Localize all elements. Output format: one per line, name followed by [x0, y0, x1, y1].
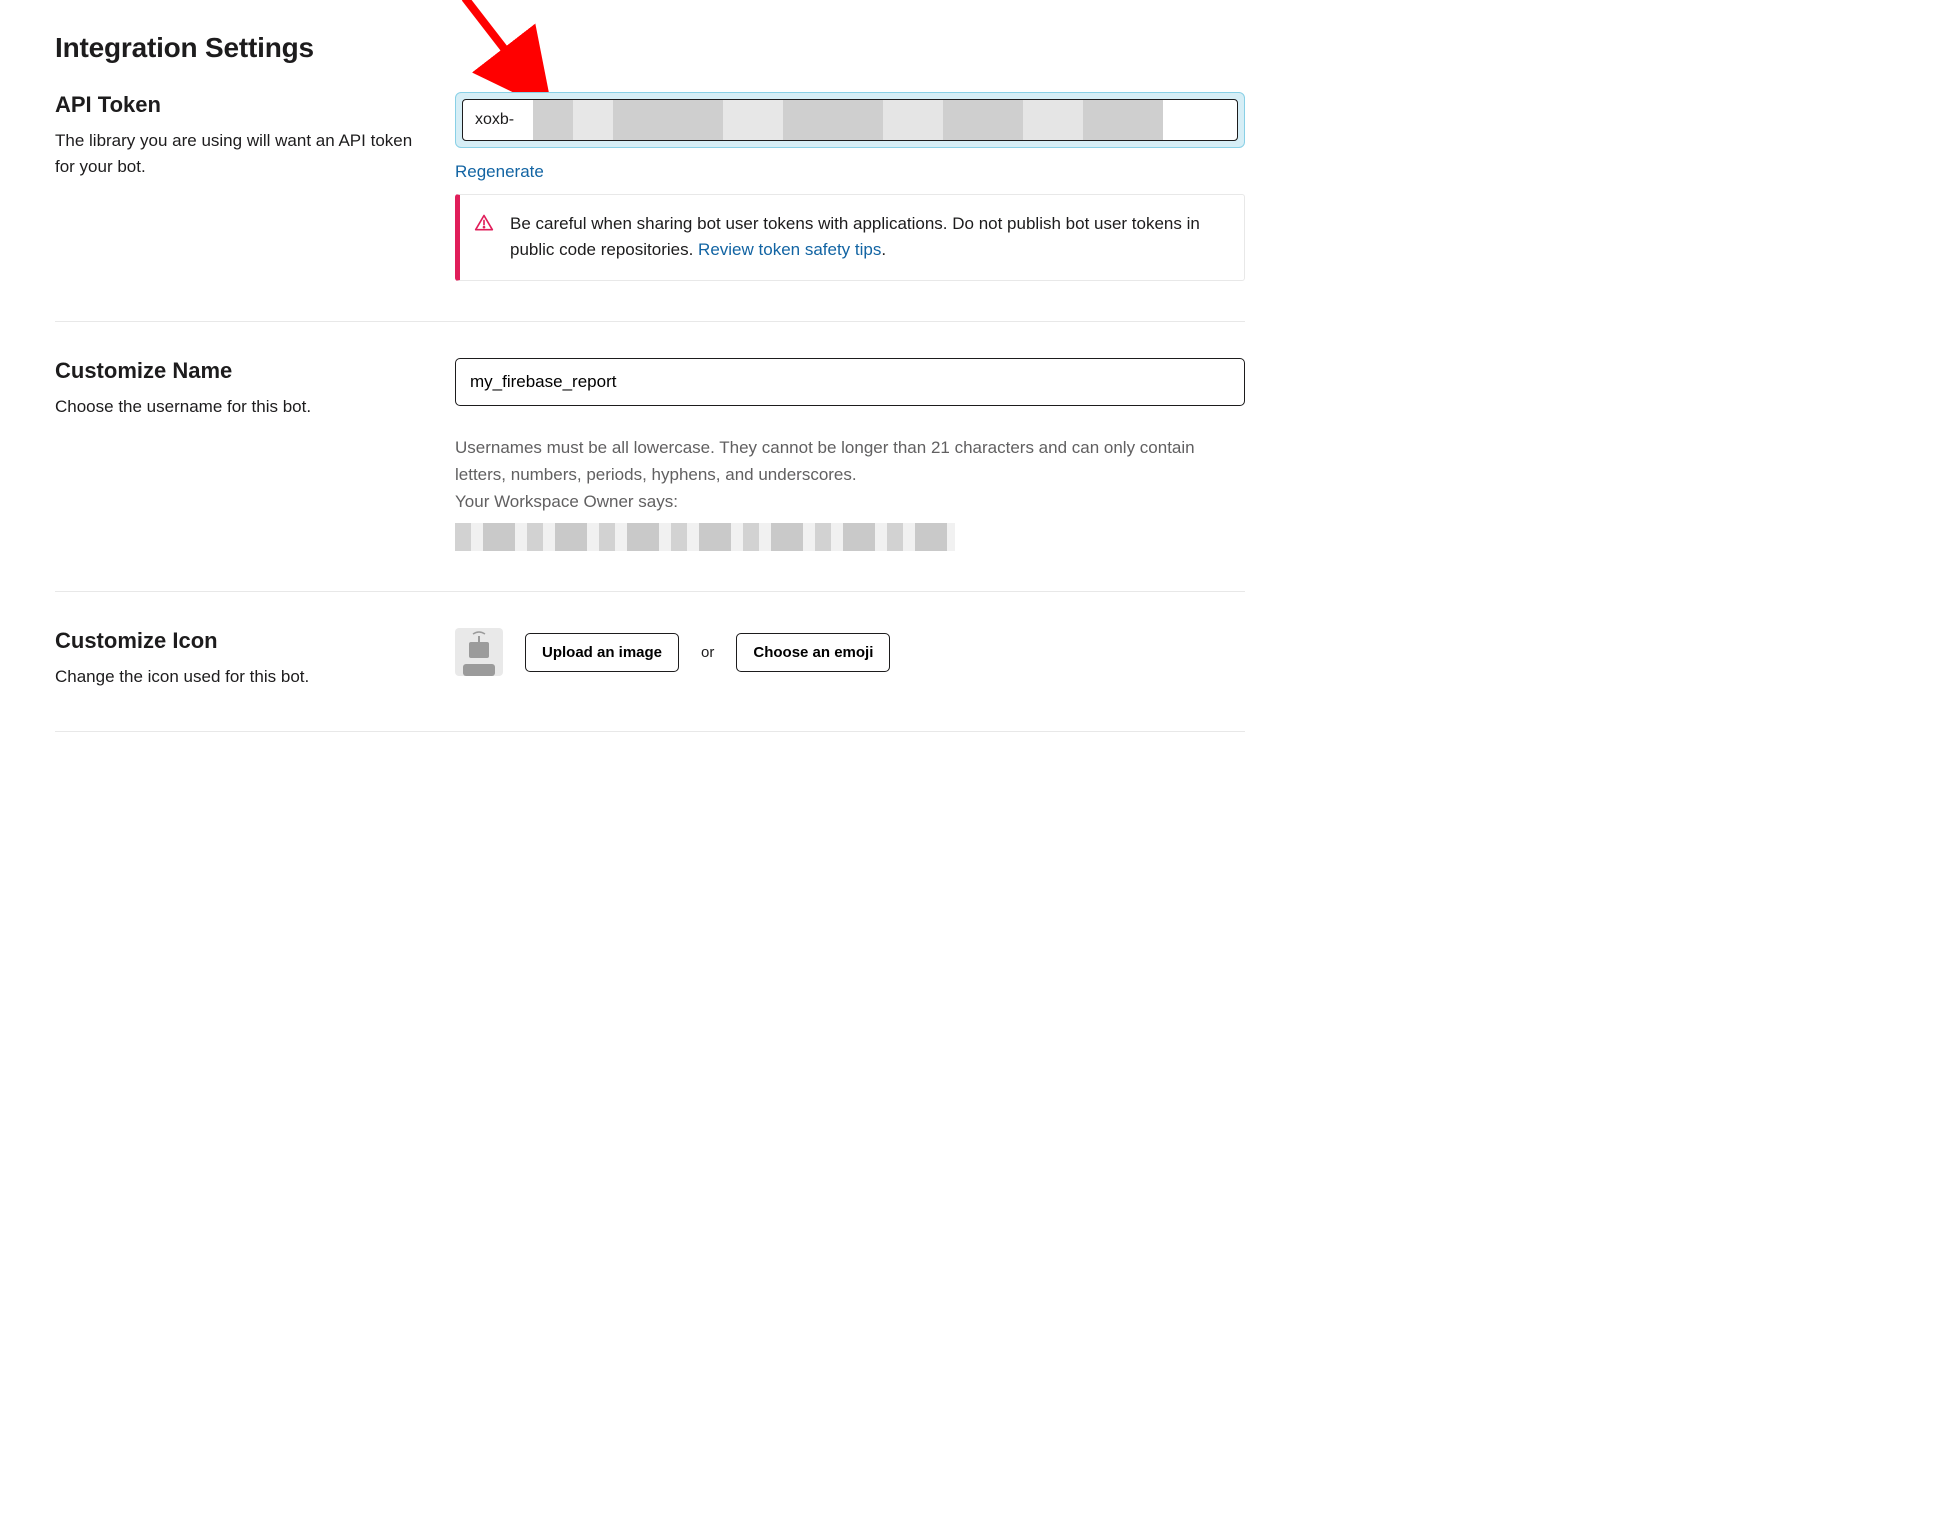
- username-helper-text: Usernames must be all lowercase. They ca…: [455, 434, 1245, 552]
- regenerate-link[interactable]: Regenerate: [455, 162, 544, 182]
- section-api-token: API Token The library you are using will…: [55, 92, 1245, 321]
- token-warning-callout: Be careful when sharing bot user tokens …: [455, 194, 1245, 281]
- or-separator: or: [701, 644, 714, 661]
- section-customize-name: Customize Name Choose the username for t…: [55, 358, 1245, 592]
- api-token-heading: API Token: [55, 92, 415, 118]
- warning-text-part2: .: [881, 240, 886, 259]
- customize-name-description: Choose the username for this bot.: [55, 394, 415, 420]
- api-token-prefix: xoxb-: [475, 111, 516, 129]
- workspace-owner-message-redacted: [455, 523, 955, 551]
- section-divider: [55, 591, 1245, 592]
- bot-avatar-preview: [455, 628, 503, 676]
- api-token-description: The library you are using will want an A…: [55, 128, 415, 181]
- api-token-input[interactable]: xoxb-: [462, 99, 1238, 141]
- choose-emoji-button[interactable]: Choose an emoji: [736, 633, 890, 672]
- section-divider: [55, 321, 1245, 322]
- token-warning-text: Be careful when sharing bot user tokens …: [510, 211, 1226, 264]
- api-token-field-wrap: xoxb-: [455, 92, 1245, 148]
- section-customize-icon: Customize Icon Change the icon used for …: [55, 628, 1245, 730]
- page-title: Integration Settings: [55, 32, 1245, 64]
- section-divider: [55, 731, 1245, 732]
- customize-icon-heading: Customize Icon: [55, 628, 415, 654]
- token-safety-link[interactable]: Review token safety tips: [698, 240, 881, 259]
- workspace-owner-says: Your Workspace Owner says:: [455, 488, 1245, 515]
- bot-username-input[interactable]: [455, 358, 1245, 406]
- customize-name-heading: Customize Name: [55, 358, 415, 384]
- username-rules: Usernames must be all lowercase. They ca…: [455, 434, 1245, 488]
- upload-image-button[interactable]: Upload an image: [525, 633, 679, 672]
- warning-icon: [474, 213, 494, 264]
- customize-icon-description: Change the icon used for this bot.: [55, 664, 415, 690]
